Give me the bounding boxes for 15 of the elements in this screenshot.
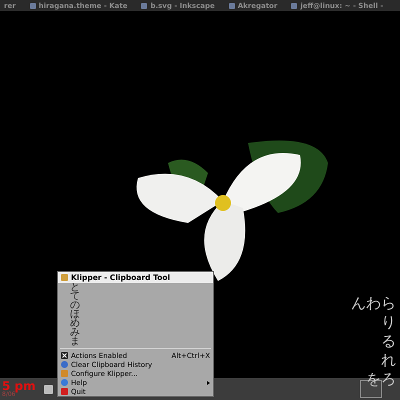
- history-item[interactable]: ま: [70, 337, 213, 346]
- history-item[interactable]: め: [70, 319, 213, 328]
- history-item[interactable]: の: [70, 301, 213, 310]
- kana-text: をろ: [366, 370, 396, 389]
- clock-time: 5 pm: [2, 380, 36, 392]
- history-item[interactable]: ほ: [70, 310, 213, 319]
- history-item[interactable]: て: [70, 292, 213, 301]
- kana-text: れ: [381, 351, 396, 370]
- history-item[interactable]: と: [70, 283, 213, 292]
- history-item[interactable]: み: [70, 328, 213, 337]
- checkbox[interactable]: [61, 352, 68, 359]
- submenu-arrow-icon: [207, 380, 210, 384]
- kana-text: り: [381, 313, 396, 332]
- kana-text: る: [381, 332, 396, 351]
- kana-text: んわら: [351, 294, 396, 313]
